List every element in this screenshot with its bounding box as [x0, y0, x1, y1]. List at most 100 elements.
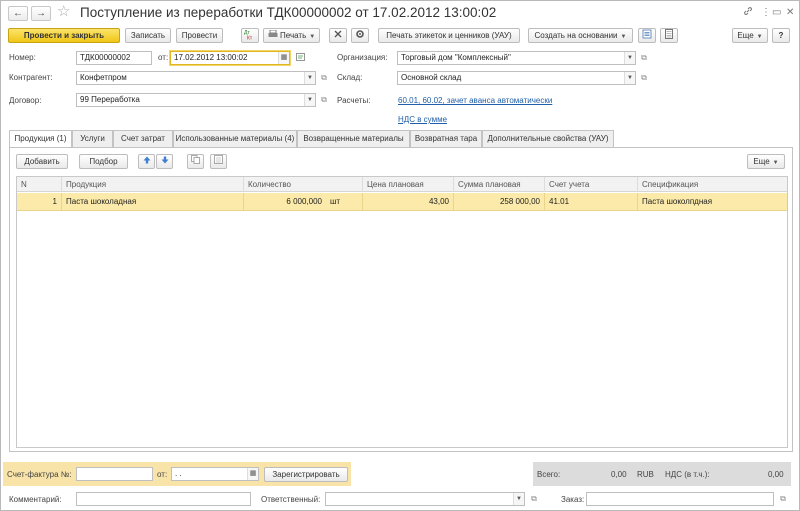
warehouse-field[interactable]: Основной склад ▼ — [397, 71, 636, 85]
calendar-icon[interactable]: ▦ — [247, 468, 258, 480]
column-header-n[interactable]: N — [17, 177, 62, 192]
structure-button[interactable] — [351, 28, 369, 43]
dropdown-arrow-icon[interactable]: ▼ — [513, 493, 524, 505]
vat-value: 0,00 — [768, 470, 784, 479]
warehouse-value: Основной склад — [401, 73, 462, 82]
report-button[interactable] — [638, 28, 656, 43]
number-field[interactable]: ТДК00000002 — [76, 51, 152, 65]
column-header-specification[interactable]: Спецификация — [638, 177, 787, 192]
cell-amount[interactable]: 258 000,00 — [454, 193, 545, 211]
help-icon: ? — [778, 31, 784, 40]
cell-quantity[interactable]: 6 000,000 — [244, 193, 326, 211]
cell-price[interactable]: 43,00 — [363, 193, 454, 211]
link-icon[interactable] — [743, 6, 753, 21]
organization-label: Организация: — [337, 53, 388, 62]
calculator-icon — [665, 29, 673, 43]
comment-field[interactable] — [76, 492, 251, 506]
dt-kt-button[interactable]: Дт Кт — [241, 28, 259, 43]
order-field[interactable] — [586, 492, 774, 506]
print-button[interactable]: Печать ▼ — [263, 28, 320, 43]
more-button[interactable]: Еще ▼ — [732, 28, 768, 43]
table-more-label: Еще — [753, 157, 770, 166]
open-counterparty-icon[interactable]: ⧉ — [319, 73, 329, 83]
open-contract-icon[interactable]: ⧉ — [319, 95, 329, 105]
contract-label: Договор: — [9, 96, 42, 105]
open-order-icon[interactable]: ⧉ — [778, 494, 788, 504]
calculator-button[interactable] — [660, 28, 678, 43]
fill-button[interactable] — [210, 154, 227, 169]
settings-button[interactable] — [329, 28, 347, 43]
comment-label: Комментарий: — [9, 495, 62, 504]
cell-account[interactable]: 41.01 — [545, 193, 638, 211]
more-menu-icon[interactable]: ⋮ — [761, 6, 771, 20]
open-responsible-icon[interactable]: ⧉ — [529, 494, 539, 504]
post-and-close-button[interactable]: Провести и закрыть — [8, 28, 120, 43]
number-label: Номер: — [9, 53, 36, 62]
tab-returnable-packaging[interactable]: Возвратная тара — [410, 130, 482, 147]
selection-button[interactable]: Подбор — [79, 154, 128, 169]
tab-used-materials[interactable]: Использованные материалы (4) — [173, 130, 297, 147]
tab-returned-materials[interactable]: Возвращенные материалы — [297, 130, 410, 147]
back-button[interactable]: ← — [8, 6, 28, 21]
tools-icon — [333, 29, 343, 43]
column-header-account[interactable]: Счет учета — [545, 177, 638, 192]
dropdown-arrow-icon[interactable]: ▼ — [304, 72, 315, 84]
warehouse-label: Склад: — [337, 73, 363, 82]
save-button[interactable]: Записать — [125, 28, 171, 43]
post-button[interactable]: Провести — [176, 28, 223, 43]
settlements-link[interactable]: 60.01, 60.02, зачет аванса автоматически — [398, 96, 552, 105]
create-based-on-label: Создать на основании — [534, 31, 618, 40]
total-value: 0,00 — [611, 470, 627, 479]
column-header-amount[interactable]: Сумма плановая — [454, 177, 545, 192]
date-field[interactable]: 17.02.2012 13:00:02 ▦ — [170, 51, 290, 65]
counterparty-field[interactable]: Конфетпром ▼ — [76, 71, 316, 85]
table-more-button[interactable]: Еще ▼ — [747, 154, 785, 169]
move-down-button[interactable] — [156, 154, 173, 169]
add-row-button[interactable]: Добавить — [16, 154, 68, 169]
copy-row-button[interactable] — [187, 154, 204, 169]
help-button[interactable]: ? — [772, 28, 790, 43]
move-up-button[interactable] — [138, 154, 155, 169]
contract-field[interactable]: 99 Переработка ▼ — [76, 93, 316, 107]
column-header-price[interactable]: Цена плановая — [363, 177, 454, 192]
maximize-icon[interactable]: ▭ — [772, 6, 781, 20]
vat-link[interactable]: НДС в сумме — [398, 115, 447, 124]
close-icon[interactable]: ✕ — [786, 6, 794, 20]
cell-specification[interactable]: Паста шоколпдная — [638, 193, 787, 211]
tab-cost-account[interactable]: Счет затрат — [113, 130, 173, 147]
arrow-up-icon — [143, 155, 151, 168]
dropdown-arrow-icon[interactable]: ▼ — [624, 52, 635, 64]
create-based-on-button[interactable]: Создать на основании ▼ — [528, 28, 633, 43]
cell-product[interactable]: Паста шоколадная — [62, 193, 244, 211]
favorite-star-icon[interactable]: ☆ — [57, 4, 70, 20]
dropdown-arrow-icon[interactable]: ▼ — [624, 72, 635, 84]
invoice-date-label: от: — [157, 470, 168, 479]
date-history-icon[interactable] — [296, 53, 306, 63]
calendar-icon[interactable]: ▦ — [278, 52, 289, 64]
tab-additional-properties[interactable]: Дополнительные свойства (УАУ) — [482, 130, 614, 147]
table-header: N Продукция Количество Цена плановая Сум… — [17, 177, 787, 192]
tab-services[interactable]: Услуги — [72, 130, 113, 147]
open-warehouse-icon[interactable]: ⧉ — [639, 73, 649, 83]
total-label: Всего: — [537, 470, 561, 479]
dropdown-arrow-icon[interactable]: ▼ — [304, 94, 315, 106]
forward-button[interactable]: → — [31, 6, 51, 21]
print-labels-button[interactable]: Печать этикеток и ценников (УАУ) — [378, 28, 520, 43]
print-label: Печать — [280, 31, 307, 40]
organization-field[interactable]: Торговый дом "Комплексный" ▼ — [397, 51, 636, 65]
invoice-date-field[interactable]: . . ▦ — [171, 467, 259, 481]
cell-unit[interactable]: шт — [326, 193, 363, 211]
table-row[interactable]: 1 Паста шоколадная 6 000,000 шт 43,00 25… — [17, 193, 787, 211]
tab-products[interactable]: Продукция (1) — [9, 130, 72, 148]
dt-kt-icon: Дт Кт — [244, 29, 256, 44]
column-header-quantity[interactable]: Количество — [244, 177, 363, 192]
invoice-date-value: . . — [175, 469, 182, 478]
responsible-field[interactable]: ▼ — [325, 492, 525, 506]
page-title: Поступление из переработки ТДК00000002 о… — [80, 5, 497, 20]
open-organization-icon[interactable]: ⧉ — [639, 53, 649, 63]
invoice-number-field[interactable] — [76, 467, 153, 481]
document-window: ← → ☆ Поступление из переработки ТДК0000… — [0, 0, 800, 511]
column-header-product[interactable]: Продукция — [62, 177, 244, 192]
register-button[interactable]: Зарегистрировать — [264, 467, 348, 482]
arrow-right-icon: → — [36, 8, 46, 19]
